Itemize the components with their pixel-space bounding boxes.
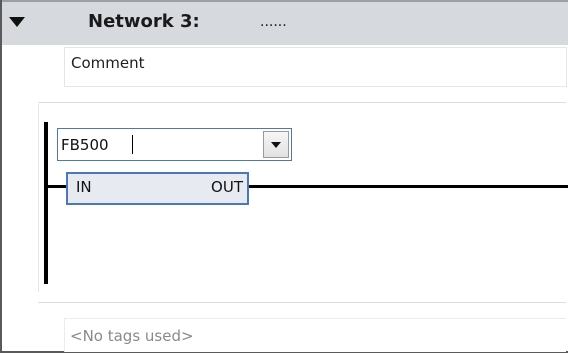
tags-area[interactable]: <No tags used> (64, 318, 566, 352)
separator-top (38, 102, 566, 103)
function-block-box[interactable]: IN OUT (66, 172, 249, 205)
block-name-input[interactable] (58, 129, 260, 160)
pin-out-label: OUT (211, 178, 243, 196)
pin-in-label: IN (76, 178, 92, 196)
comment-text: Comment (71, 54, 145, 72)
separator-bottom (38, 302, 566, 303)
wire-right (248, 185, 568, 188)
chevron-down-icon (271, 142, 281, 148)
block-name-dropdown[interactable] (57, 128, 292, 161)
collapse-triangle-icon[interactable] (9, 17, 25, 27)
frame-left-border (0, 0, 2, 353)
wire-left (48, 185, 68, 188)
network-comment[interactable]: Comment (64, 47, 567, 87)
dropdown-button[interactable] (263, 131, 289, 158)
power-rail (44, 122, 48, 284)
network-title: Network 3: (88, 11, 200, 32)
no-tags-text: <No tags used> (70, 327, 194, 345)
text-caret (132, 135, 133, 154)
network-header[interactable]: Network 3: ...... (2, 2, 568, 45)
network-title-field[interactable]: ...... (260, 14, 287, 30)
